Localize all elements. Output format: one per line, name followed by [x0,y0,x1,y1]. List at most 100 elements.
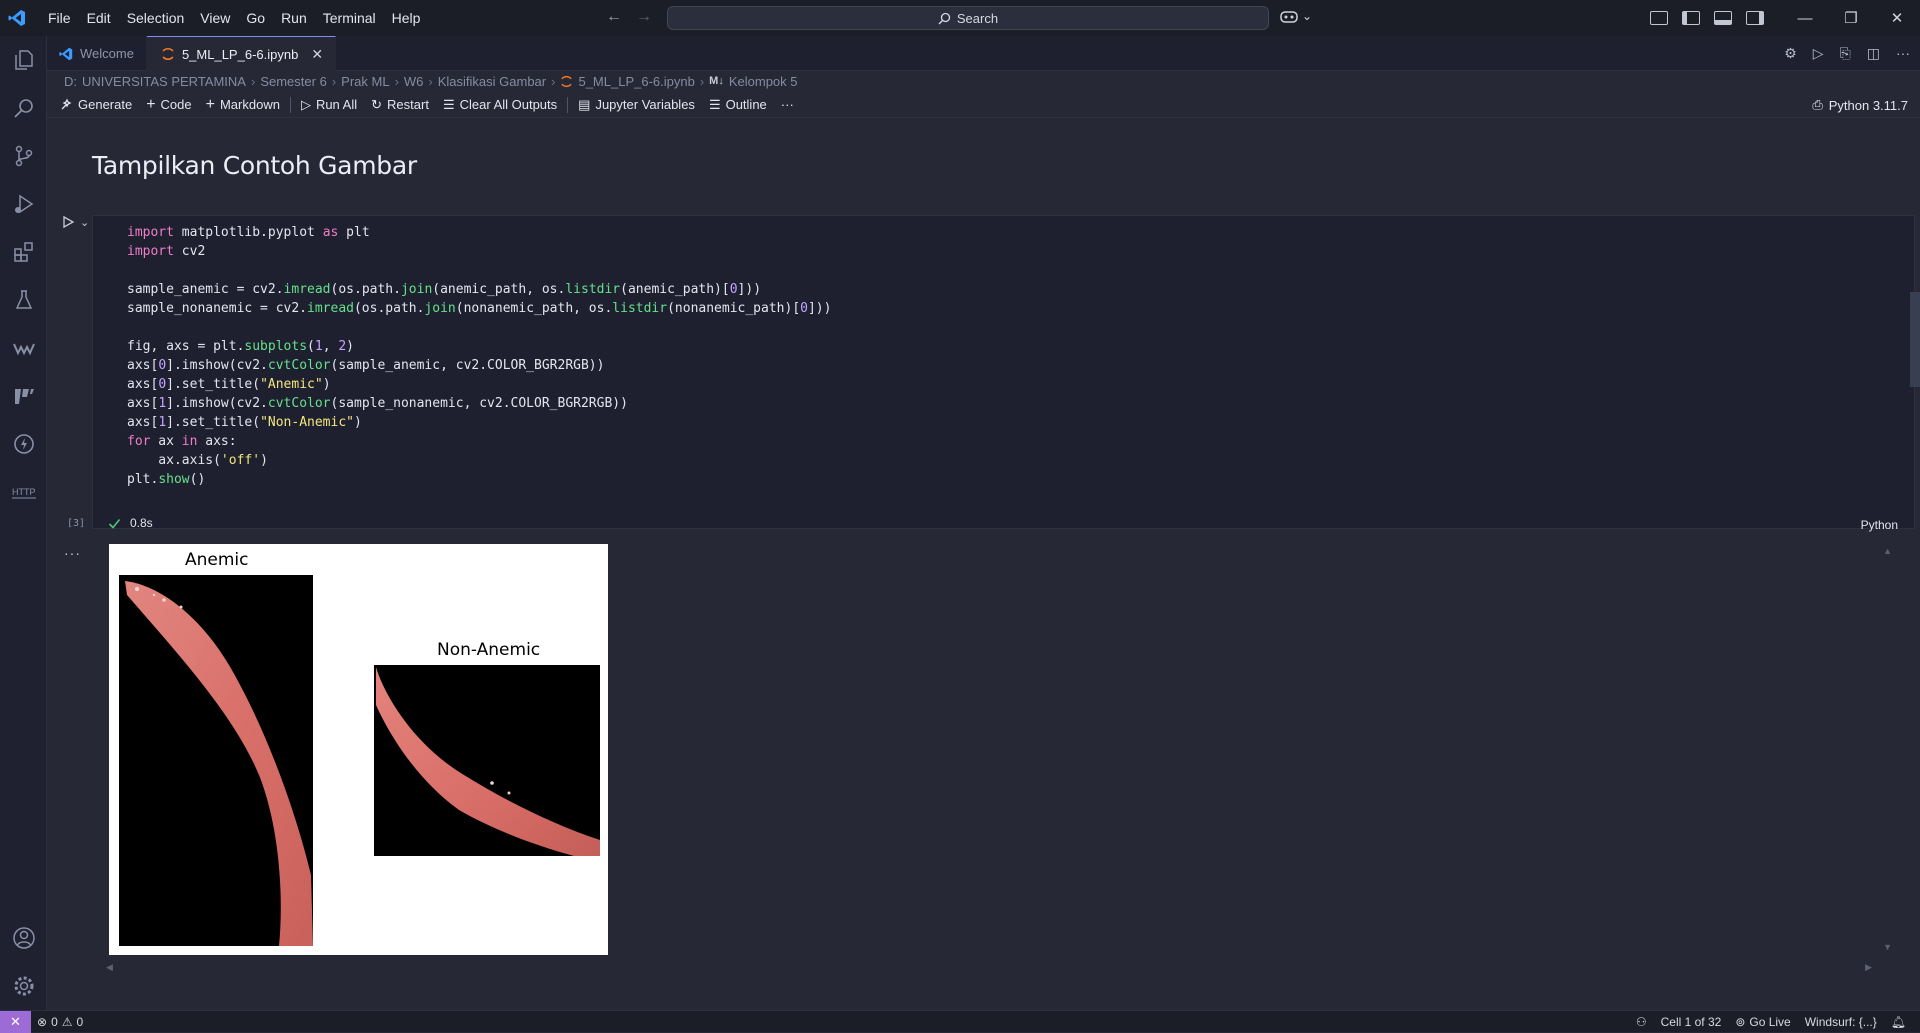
code-editor[interactable]: import matplotlib.pyplot as plt import c… [127,223,831,489]
copilot-button[interactable]: ⌄ [1280,9,1312,23]
broadcast-icon: ⊚ [1735,1015,1746,1029]
toggle-sidebar-icon[interactable] [1682,11,1700,25]
breadcrumb-item[interactable]: W6 [404,74,424,89]
tab-welcome-label: Welcome [80,46,134,61]
menu-run[interactable]: Run [273,0,315,36]
clear-outputs-button[interactable]: ☰ Clear All Outputs [436,92,564,118]
windsurf-icon[interactable] [0,324,47,372]
toggle-secondary-sidebar-icon[interactable] [1746,11,1764,25]
close-icon[interactable]: ✕ [311,46,323,63]
execute-cell-button[interactable]: ⌄ [61,215,89,229]
search-label: Search [956,10,999,26]
generate-button[interactable]: Generate [47,92,139,118]
breadcrumb-item[interactable]: UNIVERSITAS PERTAMINA [82,74,246,89]
menu-file[interactable]: File [40,0,79,36]
customize-layout-icon[interactable] [1650,11,1668,25]
error-count: 0 [51,1014,58,1029]
title-bar: File Edit Selection View Go Run Terminal… [0,0,1920,36]
chevron-right-icon: › [428,73,433,89]
split-editor-icon[interactable]: ◫ [1867,45,1880,62]
breadcrumb-item[interactable]: Kelompok 5 [729,74,798,89]
kernel-picker[interactable]: ⎙ Python 3.11.7 [1812,92,1908,118]
copilot-status-icon[interactable]: ⚇ [1630,1015,1653,1029]
extensions-icon[interactable] [0,228,47,276]
cell-indicator[interactable]: Cell 1 of 32 [1655,1015,1728,1029]
jupyter-variables-button[interactable]: ▤ Jupyter Variables [571,92,702,118]
deploy-icon[interactable] [0,372,47,420]
forward-arrow-icon[interactable]: → [636,8,652,26]
settings-gear-icon[interactable] [0,962,47,1010]
http-client-icon[interactable]: HTTP [0,468,47,516]
run-all-label: Run All [315,97,358,112]
command-center-search[interactable]: Search [667,6,1269,30]
more-toolbar-button[interactable]: ··· [774,92,801,118]
back-arrow-icon[interactable]: ← [606,8,622,26]
breadcrumb-drive[interactable]: D: [64,74,77,89]
error-icon: ⊗ [37,1014,48,1029]
run-debug-icon[interactable] [0,180,47,228]
windsurf-status[interactable]: Windsurf: {...} [1799,1015,1883,1029]
jupyter-icon [561,75,573,87]
lightning-icon[interactable] [0,420,47,468]
add-code-button[interactable]: + Code [139,92,198,118]
close-window-button[interactable]: ✕ [1874,0,1920,36]
menu-go[interactable]: Go [238,0,273,36]
more-actions-icon[interactable]: ··· [1896,45,1910,62]
breadcrumb-item[interactable]: Semester 6 [260,74,326,89]
source-control-icon[interactable] [0,132,47,180]
remote-indicator-icon[interactable]: ✕ [0,1010,31,1033]
problems-indicator[interactable]: ⊗ 0 ⚠ 0 [31,1015,89,1029]
minimize-button[interactable]: — [1782,0,1828,36]
outline-button[interactable]: ☰ Outline [702,92,774,118]
window-controls: — ❐ ✕ [1643,0,1920,36]
chevron-right-icon: › [699,73,705,89]
add-markdown-button[interactable]: + Markdown [199,92,287,118]
menu-help[interactable]: Help [384,0,429,36]
vscode-small-icon [59,47,73,60]
menu-view[interactable]: View [192,0,238,36]
breadcrumb-item[interactable]: Prak ML [341,74,389,89]
testing-flask-icon[interactable] [0,276,47,324]
tab-notebook[interactable]: 5_ML_LP_6-6.ipynb ✕ [146,36,337,71]
cell-language[interactable]: Python [1861,518,1898,532]
sparkle-icon [61,98,72,109]
output-more-icon[interactable]: ··· [64,545,81,561]
variables-icon: ▤ [578,96,591,112]
tab-notebook-label: 5_ML_LP_6-6.ipynb [181,46,299,62]
check-icon [108,518,121,529]
play-icon: ▷ [300,96,311,112]
menu-selection[interactable]: Selection [119,0,193,36]
output-scroll-right-icon[interactable]: ▶ [1865,962,1872,973]
breadcrumb-item[interactable]: Klasifikasi Gambar [438,74,546,89]
output-scroll-left-icon[interactable]: ◀ [106,962,113,973]
run-all-button[interactable]: ▷ Run All [294,92,364,118]
go-live-button[interactable]: ⊚ Go Live [1729,1015,1796,1029]
output-scroll-up-icon[interactable]: ▲ [1883,546,1892,556]
explorer-icon[interactable] [0,36,47,84]
toggle-panel-icon[interactable] [1714,11,1732,25]
notifications-bell-icon[interactable]: 🔔︎ [1885,1015,1912,1029]
output-scroll-down-icon[interactable]: ▼ [1883,942,1892,952]
open-changes-icon[interactable]: ⎘ [1840,45,1851,62]
more-label: ··· [780,97,794,112]
jupyter-variables-label: Jupyter Variables [595,97,695,112]
menu-edit[interactable]: Edit [79,0,119,36]
chevron-down-icon: ⌄ [1302,9,1313,23]
notebook-toolbar: Generate + Code + Markdown ▷ Run All ↻ R… [47,92,1920,118]
menu-terminal[interactable]: Terminal [315,0,384,36]
activity-bar: HTTP [0,36,47,1012]
scrollbar[interactable] [1910,292,1920,387]
restore-button[interactable]: ❐ [1828,0,1874,36]
search-view-icon[interactable] [0,84,47,132]
play-icon [63,215,75,229]
restart-button[interactable]: ↻ Restart [364,92,436,118]
tab-welcome[interactable]: Welcome [47,36,147,71]
account-icon[interactable] [0,914,47,962]
run-icon[interactable]: ▷ [1813,45,1824,62]
go-live-label: Go Live [1749,1015,1791,1029]
jupyter-icon [162,47,174,61]
breadcrumb-item[interactable]: 5_ML_LP_6-6.ipynb [578,74,694,89]
gear-icon[interactable]: ⚙ [1784,45,1797,62]
outline-label: Outline [725,97,767,112]
generate-label: Generate [78,97,133,112]
